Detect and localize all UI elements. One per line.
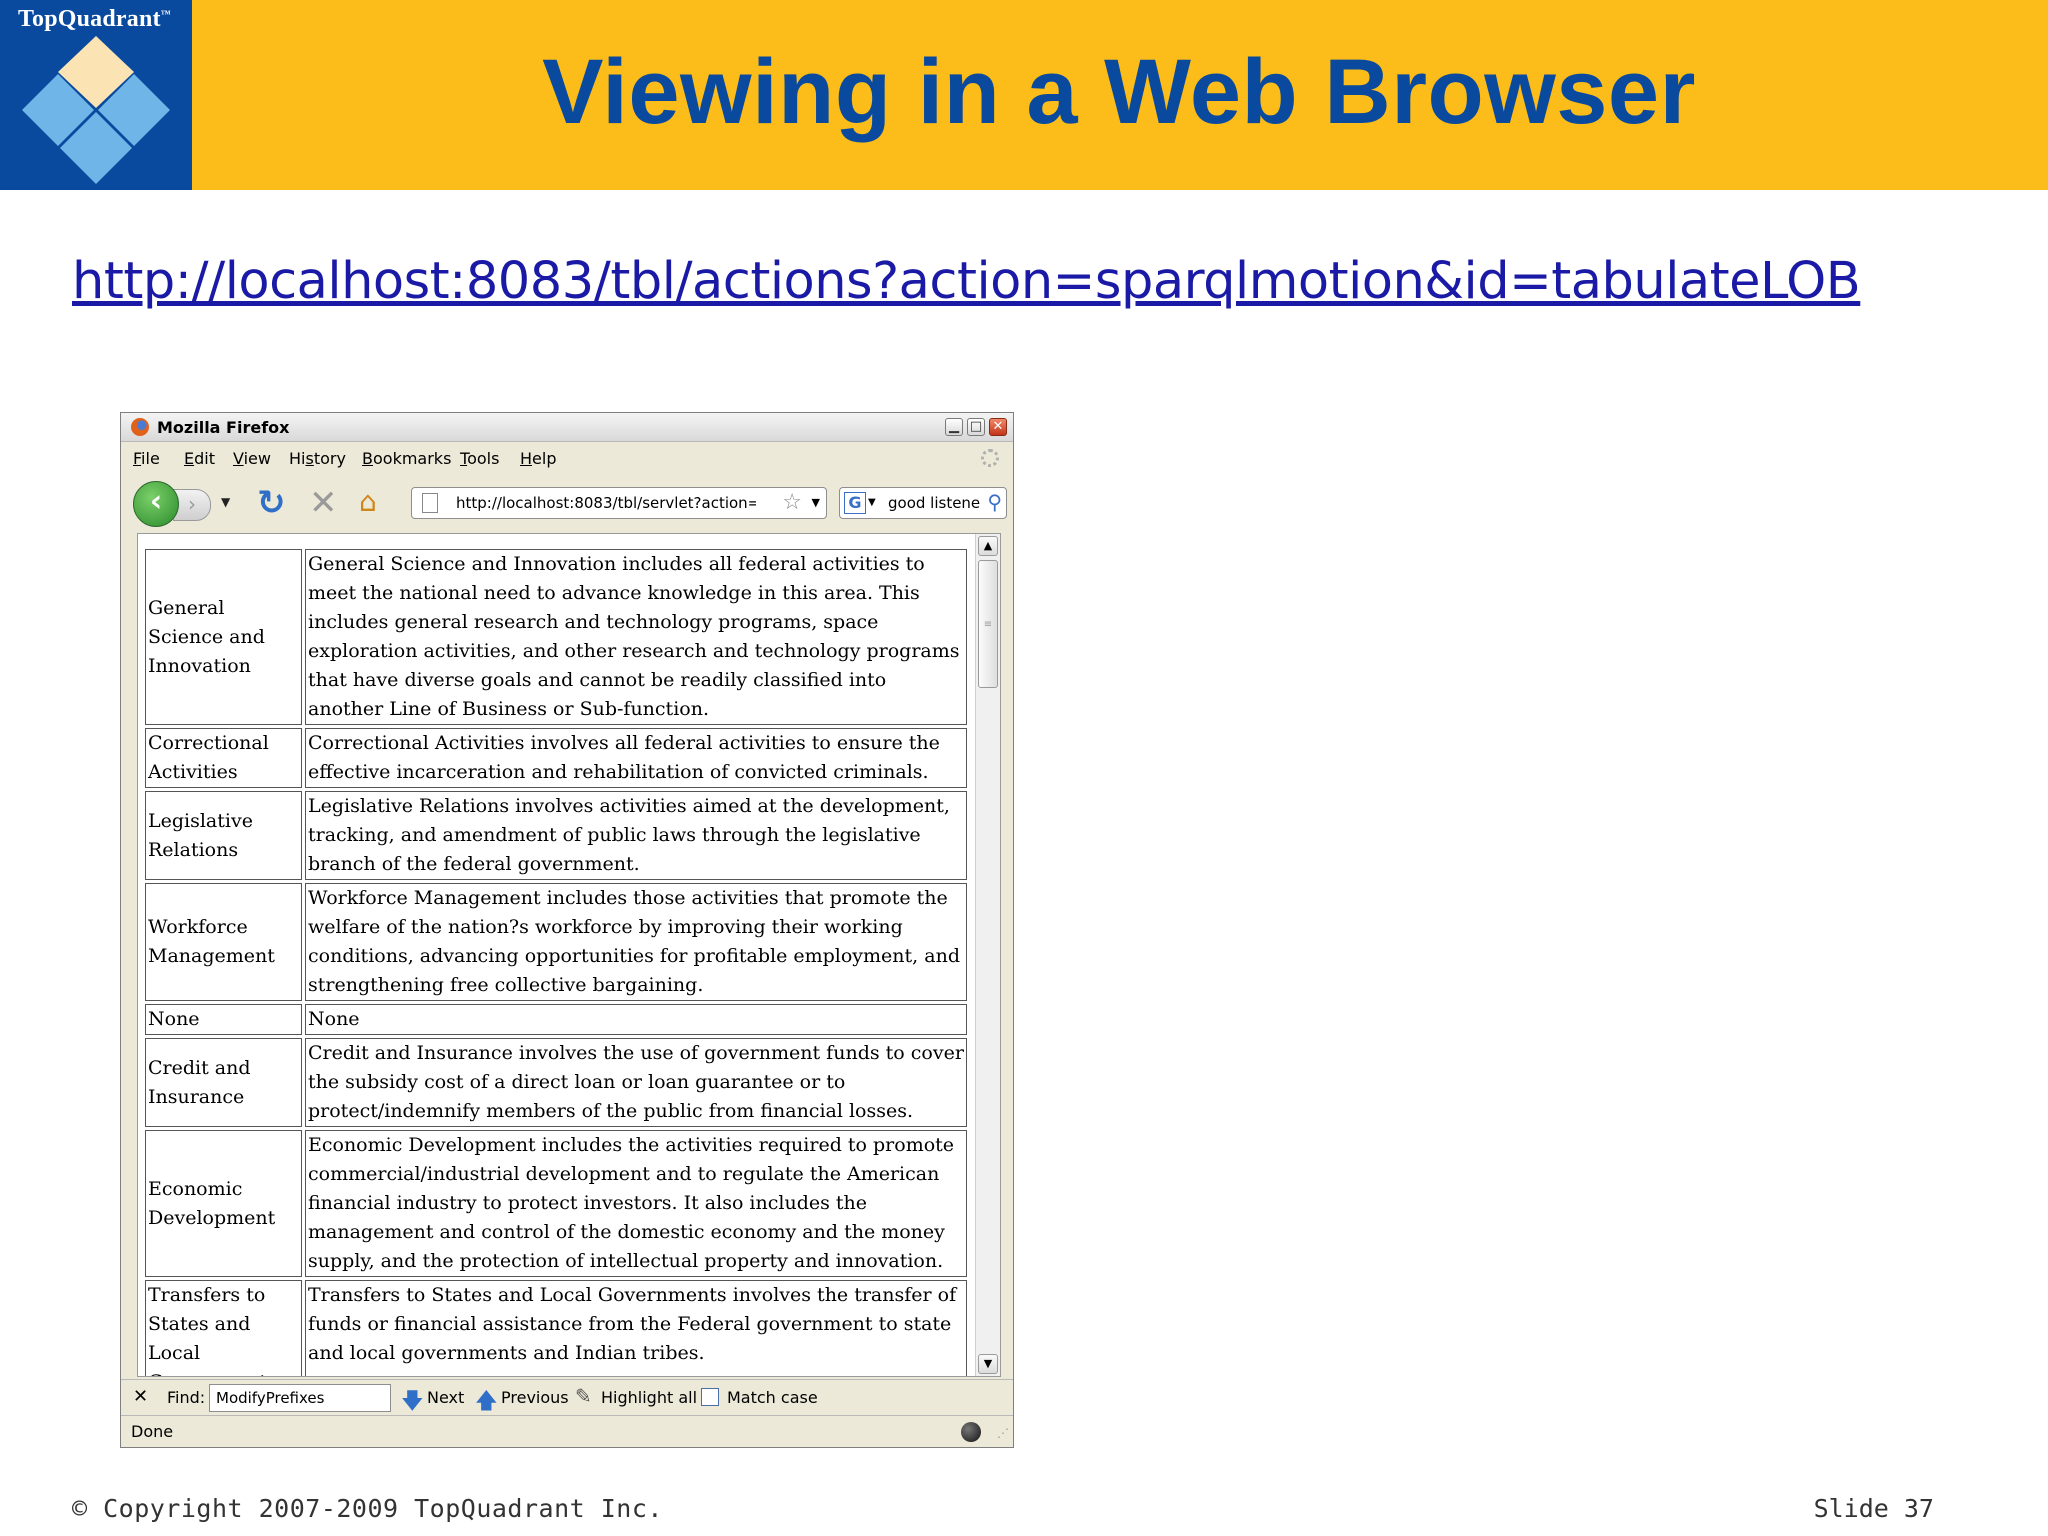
lob-description-cell: Legislative Relations involves activitie…: [305, 791, 967, 880]
home-icon[interactable]: ⌂: [359, 485, 377, 518]
search-bar[interactable]: G ▼ good listener ⚲: [839, 487, 1007, 519]
tabulate-lob-link[interactable]: http://localhost:8083/tbl/actions?action…: [72, 252, 1861, 311]
lob-name-cell: General Science and Innovation: [145, 549, 302, 725]
search-engine-dropdown-icon[interactable]: ▼: [868, 497, 876, 508]
close-icon[interactable]: ✕: [989, 418, 1007, 436]
logo-text: TopQuadrant™: [18, 6, 171, 32]
lob-description-cell: Credit and Insurance involves the use of…: [305, 1038, 967, 1127]
status-bar: Done ⋰: [121, 1415, 1013, 1448]
menu-help[interactable]: Help: [520, 449, 556, 468]
find-next-button[interactable]: Next: [427, 1388, 464, 1407]
table-row: Credit and Insurance Credit and Insurance…: [145, 1038, 967, 1127]
lob-name-cell: None: [145, 1004, 302, 1035]
url-text[interactable]: http://localhost:8083/tbl/servlet?action…: [456, 494, 756, 512]
menu-bookmarks[interactable]: Bookmarks: [362, 449, 451, 468]
lob-description-cell: Workforce Management includes those acti…: [305, 883, 967, 1001]
table-row: Workforce Management Workforce Management…: [145, 883, 967, 1001]
resize-grip-icon[interactable]: ⋰: [997, 1426, 1009, 1440]
page-icon: [422, 493, 438, 513]
menu-view[interactable]: View: [233, 449, 271, 468]
history-dropdown-icon[interactable]: ▼: [221, 495, 230, 509]
search-icon[interactable]: ⚲: [987, 490, 1002, 514]
lob-name-cell: Credit and Insurance: [145, 1038, 302, 1127]
reload-icon[interactable]: ↻: [257, 483, 286, 523]
lob-table: General Science and Innovation General Sc…: [142, 546, 970, 1376]
url-bar[interactable]: http://localhost:8083/tbl/servlet?action…: [411, 487, 827, 519]
table-row: General Science and Innovation General Sc…: [145, 549, 967, 725]
lob-name-cell: Correctional Activities: [145, 728, 302, 788]
scroll-down-icon[interactable]: ▼: [978, 1354, 998, 1374]
window-title: Mozilla Firefox: [157, 418, 290, 437]
status-text: Done: [131, 1422, 174, 1441]
table-row: Economic Development Economic Development…: [145, 1130, 967, 1277]
scroll-thumb[interactable]: ≡: [978, 560, 998, 688]
lob-description-cell: Transfers to States and Local Government…: [305, 1280, 967, 1376]
slide-header: TopQuadrant™ Viewing in a Web Browser: [0, 0, 2048, 190]
slide-title: Viewing in a Web Browser: [542, 41, 1696, 143]
find-label: Find:: [167, 1388, 206, 1407]
highlighter-icon[interactable]: ✎: [575, 1384, 592, 1408]
lob-description-cell: Economic Development includes the activi…: [305, 1130, 967, 1277]
page-content: General Science and Innovation General Sc…: [137, 533, 1001, 1377]
highlight-all-button[interactable]: Highlight all: [601, 1388, 697, 1407]
menu-edit[interactable]: Edit: [184, 449, 215, 468]
bookmark-star-icon[interactable]: ☆: [782, 490, 802, 515]
table-row: Transfers to States and Local Government…: [145, 1280, 967, 1376]
logo-diamonds-icon: [22, 36, 170, 184]
match-case-label[interactable]: Match case: [727, 1388, 818, 1407]
minimize-icon[interactable]: ▁: [945, 418, 963, 436]
search-input[interactable]: good listener: [888, 494, 980, 512]
lob-name-cell: Legislative Relations: [145, 791, 302, 880]
menu-tools[interactable]: Tools: [460, 449, 499, 468]
back-button[interactable]: ‹: [133, 481, 179, 527]
lob-name-cell: Transfers to States and Local Government…: [145, 1280, 302, 1376]
find-input[interactable]: ModifyPrefixes: [209, 1384, 391, 1412]
menu-history[interactable]: History: [289, 449, 346, 468]
stop-icon[interactable]: ✕: [309, 483, 338, 523]
scroll-up-icon[interactable]: ▲: [978, 536, 998, 556]
firefox-window: Mozilla Firefox ▁ □ ✕ File Edit View His…: [120, 412, 1014, 1448]
copyright-notice: © Copyright 2007-2009 TopQuadrant Inc.: [72, 1494, 663, 1523]
window-titlebar: Mozilla Firefox ▁ □ ✕: [121, 413, 1013, 442]
url-dropdown-icon[interactable]: ▼: [812, 496, 820, 509]
lob-description-cell: General Science and Innovation includes …: [305, 549, 967, 725]
table-row: Legislative Relations Legislative Relatio…: [145, 791, 967, 880]
find-previous-button[interactable]: Previous: [501, 1388, 569, 1407]
match-case-checkbox[interactable]: [701, 1388, 719, 1406]
maximize-icon[interactable]: □: [967, 418, 985, 436]
find-bar: ✕ Find: ModifyPrefixes 🡇 Next 🡅 Previous…: [121, 1379, 1013, 1416]
lob-description-cell: Correctional Activities involves all fed…: [305, 728, 967, 788]
slide-number: Slide 37: [1813, 1494, 1934, 1523]
vertical-scrollbar[interactable]: ▲ ≡ ▼: [975, 534, 1000, 1376]
close-findbar-icon[interactable]: ✕: [133, 1386, 148, 1407]
menu-file[interactable]: File: [133, 449, 160, 468]
firefox-icon: [131, 418, 149, 436]
lob-name-cell: Workforce Management: [145, 883, 302, 1001]
lob-description-cell: None: [305, 1004, 967, 1035]
lob-name-cell: Economic Development: [145, 1130, 302, 1277]
google-search-engine-icon[interactable]: G: [844, 492, 866, 514]
status-indicator-icon: [961, 1422, 981, 1442]
throbber-icon: [981, 449, 999, 467]
topquadrant-logo: TopQuadrant™: [0, 0, 192, 190]
table-row: Correctional Activities Correctional Acti…: [145, 728, 967, 788]
table-row: None None: [145, 1004, 967, 1035]
